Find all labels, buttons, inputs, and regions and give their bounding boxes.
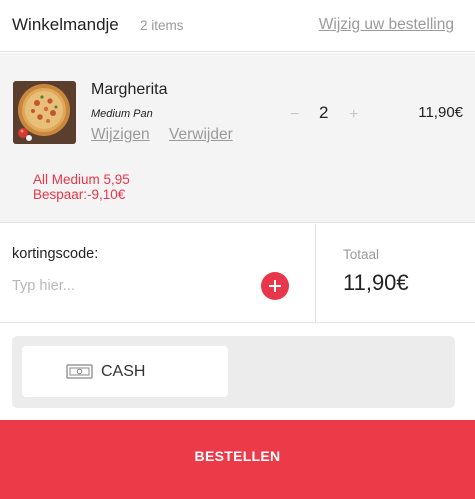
discount-code-label: kortingscode:	[12, 246, 99, 262]
pizza-image	[13, 81, 76, 144]
item-price: 11,90€	[418, 104, 463, 121]
item-name: Margherita	[91, 81, 168, 98]
item-count: 2 items	[140, 18, 184, 33]
cash-label: CASH	[101, 363, 146, 380]
payment-methods: CASH	[12, 336, 455, 408]
plus-icon	[269, 280, 281, 292]
total-label: Totaal	[343, 247, 380, 262]
total-section: Totaal 11,90€	[317, 224, 475, 323]
place-order-button[interactable]: BESTELLEN	[0, 420, 475, 499]
discount-code-section: kortingscode:	[0, 224, 316, 323]
total-value: 11,90€	[343, 270, 409, 295]
promotion-name: All Medium 5,95	[33, 172, 130, 187]
promotion-savings: Bespaar:-9,10€	[33, 187, 126, 202]
discount-code-input[interactable]	[12, 275, 242, 297]
item-size: Medium Pan	[91, 108, 153, 120]
apply-discount-button[interactable]	[261, 272, 289, 300]
cash-icon	[66, 364, 93, 379]
cart-header: Winkelmandje 2 items Wijzig uw bestellin…	[0, 0, 475, 52]
remove-item-link[interactable]: Verwijder	[169, 126, 233, 144]
cash-payment-button[interactable]: CASH	[22, 346, 228, 397]
edit-item-link[interactable]: Wijzigen	[91, 126, 150, 144]
decrease-quantity-button[interactable]: −	[290, 106, 299, 124]
quantity-value: 2	[319, 103, 329, 122]
cart-items: Margherita Medium Pan Wijzigen Verwijder…	[0, 53, 475, 223]
increase-quantity-button[interactable]: +	[349, 106, 358, 124]
edit-order-link[interactable]: Wijzig uw bestelling	[319, 16, 454, 34]
place-order-label: BESTELLEN	[194, 448, 281, 464]
cart-title: Winkelmandje	[12, 15, 119, 34]
